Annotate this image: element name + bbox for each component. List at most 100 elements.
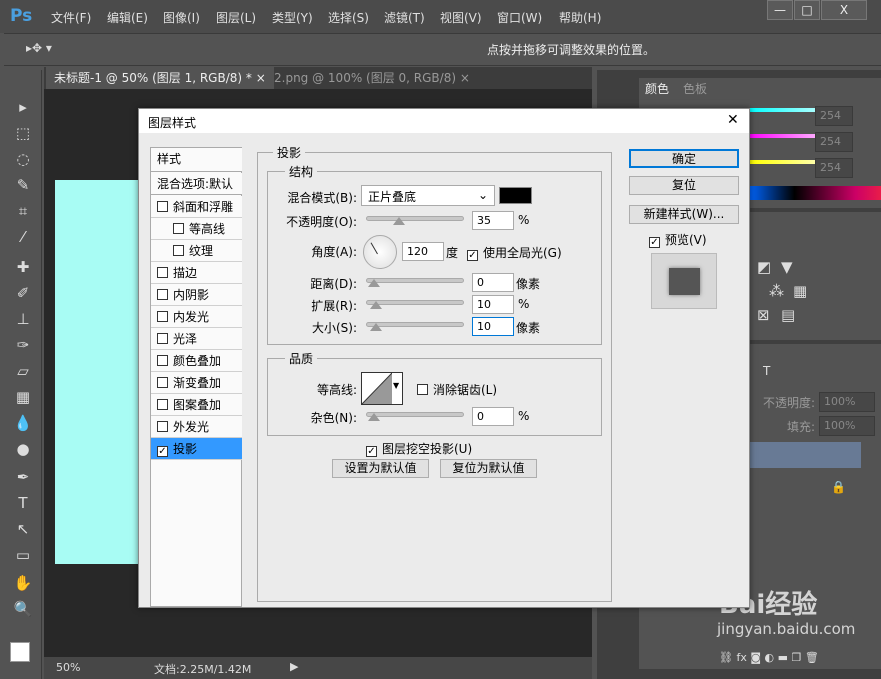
crop-tool-icon[interactable]: ⌗ — [10, 200, 36, 222]
gradient-tool-icon[interactable]: ▦ — [10, 386, 36, 408]
move-tool-preset[interactable]: ▸✥ ▾ — [26, 41, 52, 55]
checkbox-icon[interactable] — [157, 377, 168, 388]
tab-close-icon[interactable]: × — [256, 71, 266, 85]
checkbox-icon[interactable] — [157, 289, 168, 300]
distance-slider[interactable] — [366, 278, 464, 283]
exposure-icon[interactable]: ◩ — [757, 258, 771, 276]
color-ramp[interactable] — [749, 186, 881, 200]
rectangle-tool-icon[interactable]: ▭ — [10, 544, 36, 566]
hand-tool-icon[interactable]: ✋ — [10, 572, 36, 594]
distance-slider-thumb[interactable] — [368, 279, 380, 287]
checkbox-icon[interactable] — [157, 267, 168, 278]
noise-input[interactable]: 0 — [472, 407, 514, 426]
style-item[interactable]: 颜色叠加 — [151, 350, 242, 372]
blur-tool-icon[interactable]: 💧 — [10, 412, 36, 434]
g-value[interactable]: 254 — [815, 132, 853, 152]
new-style-button[interactable]: 新建样式(W)... — [629, 205, 739, 224]
lasso-tool-icon[interactable]: ◌ — [10, 148, 36, 170]
style-item[interactable]: 描边 — [151, 262, 242, 284]
reset-button[interactable]: 复位 — [629, 176, 739, 195]
style-item[interactable]: 渐变叠加 — [151, 372, 242, 394]
tab-untitled-1[interactable]: 未标题-1 @ 50% (图层 1, RGB/8) * × — [46, 67, 274, 89]
contour-picker[interactable]: ▼ — [361, 372, 403, 405]
menu-filter[interactable]: 滤镜(T) — [384, 9, 425, 26]
checkbox-icon[interactable] — [173, 223, 184, 234]
spread-input[interactable]: 10 — [472, 295, 514, 314]
close-window-button[interactable]: X — [821, 0, 867, 20]
spread-slider-thumb[interactable] — [370, 301, 382, 309]
layers-footer-icons[interactable]: ⛓ fx ◙ ◐ ▬ ❐ 🗑 — [719, 651, 819, 664]
size-slider-thumb[interactable] — [370, 323, 382, 331]
brush-tool-icon[interactable]: ✐ — [10, 282, 36, 304]
contour-dropdown-icon[interactable]: ▼ — [393, 381, 399, 390]
preview-checkbox[interactable]: ✓ 预览(V) — [649, 231, 707, 248]
gradient-map-icon[interactable]: ▤ — [781, 306, 795, 324]
layer-fill-input[interactable]: 100% — [819, 416, 875, 436]
checkbox-icon[interactable] — [157, 399, 168, 410]
marquee-tool-icon[interactable]: ⬚ — [10, 122, 36, 144]
layer-row-selected[interactable] — [749, 442, 861, 468]
pen-tool-icon[interactable]: ✒ — [10, 466, 36, 488]
type-tool-icon[interactable]: T — [10, 492, 36, 514]
menu-select[interactable]: 选择(S) — [328, 9, 369, 26]
style-item[interactable]: 外发光 — [151, 416, 242, 438]
layer-opacity-input[interactable]: 100% — [819, 392, 875, 412]
style-item[interactable]: 等高线 — [151, 218, 242, 240]
tab-close-icon[interactable]: × — [460, 71, 470, 85]
menu-image[interactable]: 图像(I) — [163, 9, 200, 26]
threshold-icon[interactable]: ⊠ — [757, 306, 770, 324]
distance-input[interactable]: 0 — [472, 273, 514, 292]
checkbox-icon[interactable] — [157, 311, 168, 322]
blend-options-item[interactable]: 混合选项:默认 — [151, 173, 242, 195]
style-item[interactable]: 光泽 — [151, 328, 242, 350]
dialog-close-icon[interactable]: ✕ — [727, 112, 739, 128]
tab-color[interactable]: 颜色 — [645, 80, 669, 97]
antialias-checkbox[interactable]: 消除锯齿(L) — [417, 381, 497, 398]
reset-default-button[interactable]: 复位为默认值 — [440, 459, 537, 478]
r-value[interactable]: 254 — [815, 106, 853, 126]
style-item[interactable]: 内发光 — [151, 306, 242, 328]
knockout-checkbox[interactable]: ✓ 图层挖空投影(U) — [366, 440, 472, 457]
opacity-slider[interactable] — [366, 216, 464, 221]
opacity-slider-thumb[interactable] — [393, 217, 405, 225]
path-select-icon[interactable]: ↖ — [10, 518, 36, 540]
tab-2png[interactable]: 2.png @ 100% (图层 0, RGB/8) × — [266, 67, 478, 89]
minimize-button[interactable]: — — [767, 0, 793, 20]
noise-slider[interactable] — [366, 412, 464, 417]
angle-input[interactable]: 120 — [402, 242, 444, 261]
dodge-tool-icon[interactable]: ● — [10, 438, 36, 460]
color-lookup-icon[interactable]: ▦ — [793, 282, 807, 300]
shadow-color-swatch[interactable] — [499, 187, 532, 204]
status-menu-arrow-icon[interactable]: ▶ — [290, 660, 298, 673]
menu-view[interactable]: 视图(V) — [440, 9, 482, 26]
set-default-button[interactable]: 设置为默认值 — [332, 459, 429, 478]
menu-edit[interactable]: 编辑(E) — [107, 9, 148, 26]
menu-layer[interactable]: 图层(L) — [216, 9, 256, 26]
vibrance-icon[interactable]: ▼ — [781, 258, 793, 276]
history-brush-icon[interactable]: ✑ — [10, 334, 36, 356]
style-item[interactable]: 纹理 — [151, 240, 242, 262]
ok-button[interactable]: 确定 — [629, 149, 739, 168]
canvas-document[interactable] — [55, 180, 138, 564]
move-tool-icon[interactable]: ▸ — [10, 96, 36, 118]
eraser-icon[interactable]: ▱ — [10, 360, 36, 382]
checkbox-icon[interactable] — [157, 333, 168, 344]
style-item[interactable]: ✓ 投影 — [151, 438, 242, 460]
eyedropper-icon[interactable]: ⁄ — [10, 226, 36, 248]
opacity-input[interactable]: 35 — [472, 211, 514, 230]
zoom-tool-icon[interactable]: 🔍 — [10, 598, 36, 620]
tab-swatches[interactable]: 色板 — [683, 80, 707, 97]
styles-header[interactable]: 样式 — [151, 148, 242, 172]
global-light-checkbox[interactable]: ✓ 使用全局光(G) — [467, 244, 562, 261]
checkbox-icon[interactable] — [157, 355, 168, 366]
channel-mixer-icon[interactable]: ⁂ — [769, 282, 784, 300]
menu-file[interactable]: 文件(F) — [51, 9, 91, 26]
checkbox-icon[interactable] — [157, 201, 168, 212]
healing-brush-icon[interactable]: ✚ — [10, 256, 36, 278]
menu-window[interactable]: 窗口(W) — [497, 9, 542, 26]
maximize-button[interactable]: □ — [794, 0, 820, 20]
zoom-level[interactable]: 50% — [56, 661, 80, 674]
style-item[interactable]: 内阴影 — [151, 284, 242, 306]
quick-select-icon[interactable]: ✎ — [10, 174, 36, 196]
checkbox-icon[interactable] — [173, 245, 184, 256]
